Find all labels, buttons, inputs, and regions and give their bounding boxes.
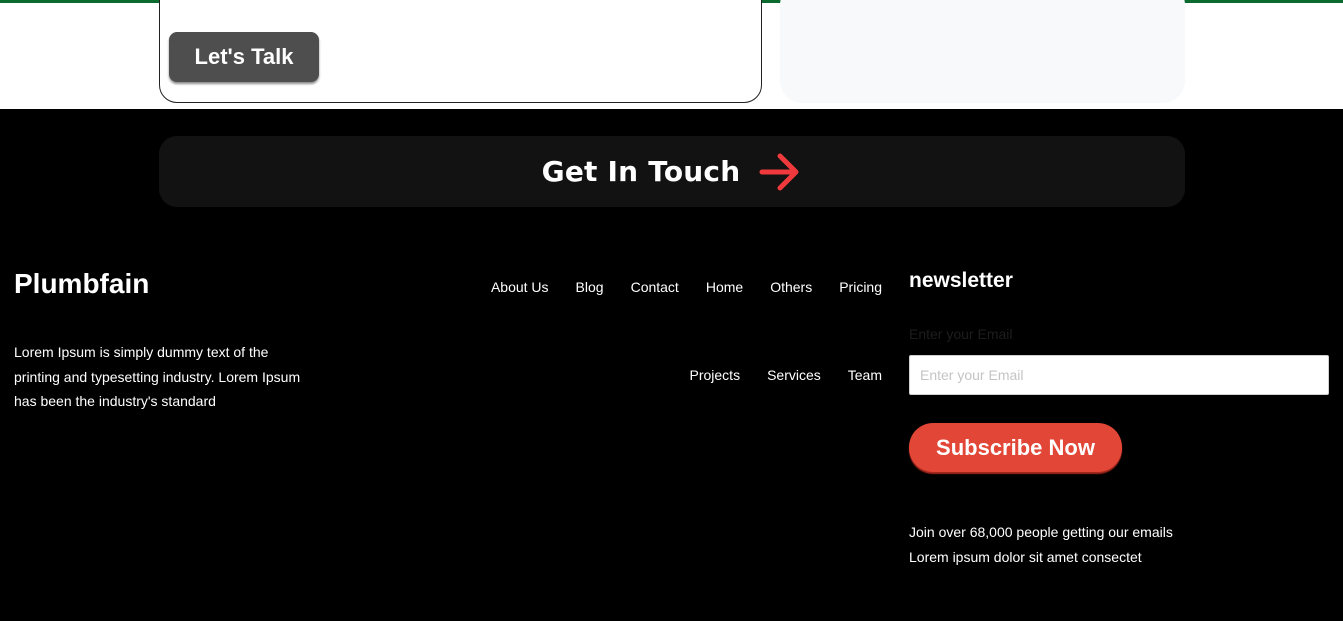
subscribe-button[interactable]: Subscribe Now [909,423,1122,472]
top-section: Let's Talk [0,0,1343,109]
footer-nav-row-1: About Us Blog Contact Home Others Pricin… [464,279,882,295]
newsletter-note-line-1: Join over 68,000 people getting our emai… [909,524,1173,540]
footer-nav-row-2: Projects Services Team [663,367,883,383]
nav-link-team[interactable]: Team [848,367,882,383]
nav-link-about-us[interactable]: About Us [491,279,549,295]
email-input[interactable] [909,355,1329,395]
nav-link-projects[interactable]: Projects [690,367,741,383]
nav-link-pricing[interactable]: Pricing [839,279,882,295]
nav-link-others[interactable]: Others [770,279,812,295]
nav-link-contact[interactable]: Contact [631,279,679,295]
email-label: Enter your Email [909,326,1013,342]
get-in-touch-label: Get In Touch [541,155,741,188]
arrow-right-icon [759,153,799,190]
footer-brand: Plumbfain [14,268,150,299]
get-in-touch-bar[interactable]: Get In Touch [159,136,1185,207]
footer-description: Lorem Ipsum is simply dummy text of the … [14,344,301,409]
newsletter-note-line-2: Lorem ipsum dolor sit amet consectet [909,549,1142,565]
nav-link-blog[interactable]: Blog [576,279,604,295]
newsletter-note: Join over 68,000 people getting our emai… [909,520,1173,570]
newsletter-title: newsletter [909,269,1013,292]
social-card [780,0,1185,103]
nav-link-services[interactable]: Services [767,367,821,383]
nav-link-home[interactable]: Home [706,279,743,295]
lets-talk-button[interactable]: Let's Talk [169,32,319,82]
